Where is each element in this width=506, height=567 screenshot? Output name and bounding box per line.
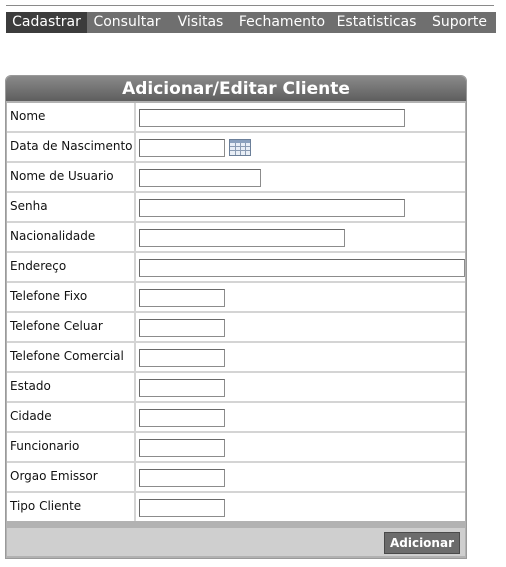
adicionar-button[interactable]: Adicionar — [383, 532, 460, 554]
form-row-nome: Nome — [7, 103, 465, 133]
nome-usuario-input[interactable] — [139, 168, 261, 187]
nacionalidade-input[interactable] — [139, 228, 345, 247]
field-label: Estado — [10, 379, 51, 393]
telefone-fixo-input[interactable] — [139, 288, 225, 307]
form-row-funcionario: Funcionario — [7, 432, 465, 463]
field-label: Nome de Usuario — [10, 169, 114, 183]
form-row-telefone-comercial: Telefone Comercial — [7, 342, 465, 373]
form-row-estado: Estado — [7, 372, 465, 403]
form-row-endereco: Endereço — [7, 252, 465, 283]
menu-item-consultar[interactable]: Consultar — [87, 12, 167, 33]
calendar-icon[interactable] — [229, 139, 251, 157]
endereco-input[interactable] — [139, 258, 465, 277]
field-label: Telefone Comercial — [10, 349, 124, 363]
top-divider — [6, 5, 494, 6]
nome-input[interactable] — [139, 108, 405, 127]
tipo-cliente-input[interactable] — [139, 498, 225, 517]
telefone-celular-input[interactable] — [139, 318, 225, 337]
field-label: Tipo Cliente — [10, 499, 82, 513]
menu-item-suporte[interactable]: Suporte — [423, 12, 496, 33]
form-footer: Adicionar — [7, 526, 465, 556]
funcionario-input[interactable] — [139, 438, 225, 457]
form-row-cidade: Cidade — [7, 402, 465, 433]
estado-input[interactable] — [139, 378, 225, 397]
client-form-table: Nome Data de Nascimento Nome de Usuario … — [7, 103, 465, 521]
field-label: Telefone Celuar — [10, 319, 103, 333]
data-nascimento-input[interactable] — [139, 138, 225, 157]
field-label: Senha — [10, 199, 48, 213]
field-label: Nacionalidade — [10, 229, 96, 243]
field-label: Orgao Emissor — [10, 469, 98, 483]
top-menu-bar: Cadastrar Consultar Visitas Fechamento E… — [6, 12, 496, 33]
senha-input[interactable] — [139, 198, 405, 217]
form-title: Adicionar/Editar Cliente — [6, 76, 466, 101]
menu-item-cadastrar[interactable]: Cadastrar — [6, 12, 87, 33]
field-label: Endereço — [10, 259, 67, 273]
form-row-telefone-fixo: Telefone Fixo — [7, 282, 465, 313]
form-row-nacionalidade: Nacionalidade — [7, 222, 465, 253]
menu-item-estatisticas[interactable]: Estatisticas — [330, 12, 423, 33]
form-row-data-nascimento: Data de Nascimento — [7, 132, 465, 163]
form-row-tipo-cliente: Tipo Cliente — [7, 492, 465, 521]
form-row-senha: Senha — [7, 192, 465, 223]
field-label: Funcionario — [10, 439, 80, 453]
telefone-comercial-input[interactable] — [139, 348, 225, 367]
menu-item-visitas[interactable]: Visitas — [167, 12, 234, 33]
field-label: Cidade — [10, 409, 52, 423]
field-label: Telefone Fixo — [10, 289, 88, 303]
form-row-orgao-emissor: Orgao Emissor — [7, 462, 465, 493]
field-label: Nome — [10, 109, 46, 123]
field-label: Data de Nascimento — [10, 139, 133, 153]
menu-item-fechamento[interactable]: Fechamento — [234, 12, 330, 33]
orgao-emissor-input[interactable] — [139, 468, 225, 487]
cidade-input[interactable] — [139, 408, 225, 427]
form-row-nome-usuario: Nome de Usuario — [7, 162, 465, 193]
form-row-telefone-celular: Telefone Celuar — [7, 312, 465, 343]
client-form-panel: Adicionar/Editar Cliente Nome Data de Na… — [5, 75, 467, 559]
